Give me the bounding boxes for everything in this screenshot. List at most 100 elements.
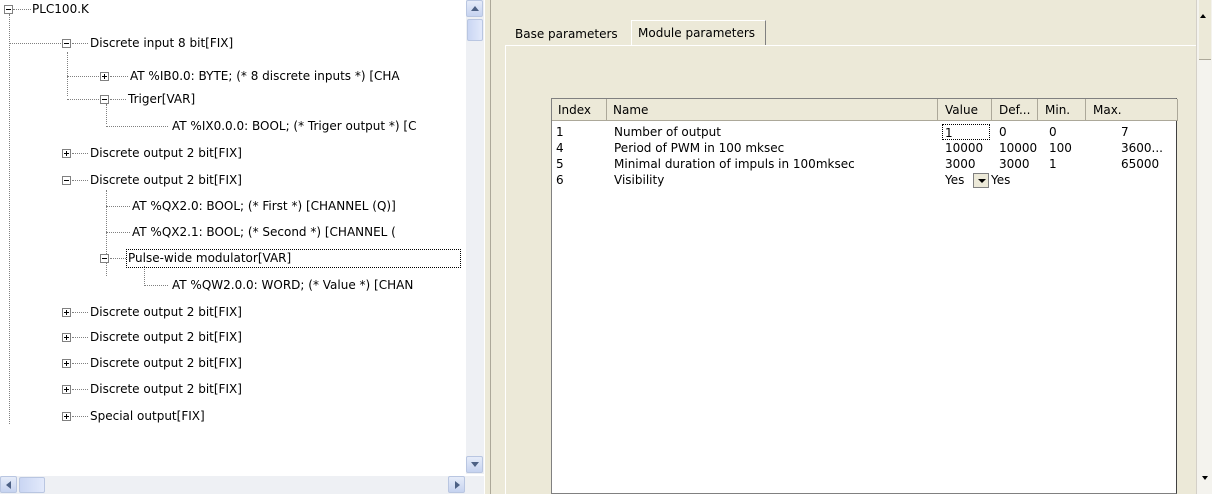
tree-line <box>72 312 88 313</box>
dropdown-arrow-icon <box>978 179 986 183</box>
expand-box-icon[interactable] <box>62 149 71 158</box>
cell-min: 0 <box>1049 125 1057 139</box>
tree-vertical-scrollbar[interactable] <box>466 0 484 474</box>
cell-min <box>1049 172 1085 188</box>
column-header-default[interactable]: Def... <box>992 99 1038 121</box>
collapse-box-icon[interactable] <box>62 39 71 48</box>
scroll-down-button[interactable] <box>466 456 483 473</box>
tree-node-label: AT %QX2.0: BOOL; (* First *) [CHANNEL (Q… <box>132 199 396 213</box>
tree-node-label: Special output[FIX] <box>90 409 205 423</box>
tree-line <box>144 285 168 286</box>
cell-value[interactable]: 3000 <box>945 156 993 172</box>
tree-line <box>106 126 168 127</box>
tree-line <box>72 416 88 417</box>
arrow-down-icon[interactable] <box>1202 476 1208 480</box>
arrow-down-icon <box>471 462 479 467</box>
cell-index: 1 <box>556 125 564 139</box>
expand-box-icon[interactable] <box>62 359 71 368</box>
scroll-right-button[interactable] <box>448 476 465 493</box>
tree-line <box>110 258 126 259</box>
tree-line <box>72 180 88 181</box>
tree-line <box>67 52 68 96</box>
parameters-table[interactable]: Index Name Value Def... Min. Max. 1 Numb… <box>551 98 1178 494</box>
tree-horizontal-scrollbar[interactable] <box>0 476 484 494</box>
tree-line <box>72 43 88 44</box>
expand-box-icon[interactable] <box>62 385 71 394</box>
expand-box-icon[interactable] <box>62 333 71 342</box>
tree-node-label: Discrete input 8 bit[FIX] <box>90 36 234 50</box>
scroll-up-button[interactable] <box>466 0 483 17</box>
collapse-box-icon[interactable] <box>62 176 71 185</box>
tree-line <box>13 9 31 10</box>
arrow-right-icon <box>455 481 460 489</box>
cell-name: Period of PWM in 100 mksec <box>614 141 785 155</box>
tree-line <box>106 206 130 207</box>
cell-name: Number of output <box>614 125 721 139</box>
device-tree[interactable]: PLC100.K Discrete input 8 bit[FIX] AT %I… <box>0 0 466 474</box>
cell-default: 3000 <box>999 157 1030 171</box>
tree-line <box>72 363 88 364</box>
cell-default: Yes <box>991 173 1011 187</box>
tree-node-label: AT %QW2.0.0: WORD; (* Value *) [CHAN <box>172 278 414 292</box>
tree-line <box>9 43 63 44</box>
arrow-up-icon <box>471 6 479 11</box>
tab-module-parameters[interactable]: Module parameters <box>631 20 766 46</box>
window-vertical-scrollbar[interactable] <box>1196 0 1212 494</box>
cell-min: 1 <box>1049 157 1057 171</box>
cell-max <box>1121 172 1175 188</box>
tree-line <box>72 389 88 390</box>
tree-node-label: Discrete output 2 bit[FIX] <box>90 382 242 396</box>
tree-line <box>72 153 88 154</box>
cell-name: Visibility <box>614 173 665 187</box>
tree-node-label: Discrete output 2 bit[FIX] <box>90 330 242 344</box>
tree-node-label: Triger[VAR] <box>128 92 196 106</box>
tab-base-parameters[interactable]: Base parameters <box>509 24 631 46</box>
column-header-min[interactable]: Min. <box>1038 99 1086 121</box>
column-header-index[interactable]: Index <box>552 99 607 121</box>
dropdown-button[interactable] <box>973 173 989 188</box>
tree-line <box>106 232 130 233</box>
scroll-thumb[interactable] <box>19 477 45 493</box>
tree-line <box>110 99 126 100</box>
arrow-up-icon[interactable] <box>1200 14 1206 18</box>
tree-line <box>106 104 107 124</box>
tree-node-label: AT %IX0.0.0: BOOL; (* Triger output *) [… <box>172 119 417 133</box>
scroll-left-button[interactable] <box>0 476 17 493</box>
tree-line <box>67 76 101 77</box>
cell-default: 10000 <box>999 141 1038 155</box>
collapse-box-icon[interactable] <box>100 254 109 263</box>
tree-node-label: Discrete output 2 bit[FIX] <box>90 146 242 160</box>
device-tree-pane: PLC100.K Discrete input 8 bit[FIX] AT %I… <box>0 0 484 494</box>
cell-max: 65000 <box>1121 157 1160 171</box>
pane-splitter[interactable] <box>484 0 491 494</box>
column-header-value[interactable]: Value <box>938 99 992 121</box>
tree-line <box>67 99 101 100</box>
cell-default: 0 <box>999 125 1007 139</box>
cell-max: 3600... <box>1121 141 1163 155</box>
tree-node-label: AT %QX2.1: BOOL; (* Second *) [CHANNEL ( <box>132 225 396 239</box>
tree-line <box>106 190 107 276</box>
tree-line <box>144 266 145 284</box>
tree-line <box>72 337 88 338</box>
expand-box-icon[interactable] <box>62 412 71 421</box>
cell-value[interactable]: Yes <box>945 172 971 188</box>
scroll-track-top <box>1199 0 1211 60</box>
tree-node-label: Discrete output 2 bit[FIX] <box>90 305 242 319</box>
cell-value-editor[interactable]: 1 <box>942 124 990 140</box>
tree-node-label: Discrete output 2 bit[FIX] <box>90 173 242 187</box>
cell-name: Minimal duration of impuls in 100mksec <box>614 157 855 171</box>
collapse-box-icon[interactable] <box>4 5 13 14</box>
cell-index: 5 <box>556 157 564 171</box>
expand-box-icon[interactable] <box>62 308 71 317</box>
collapse-box-icon[interactable] <box>100 95 109 104</box>
scroll-thumb[interactable] <box>467 19 483 41</box>
cell-max: 7 <box>1121 125 1129 139</box>
column-header-max[interactable]: Max. <box>1086 99 1178 121</box>
expand-box-icon[interactable] <box>100 72 109 81</box>
cell-value[interactable]: 10000 <box>945 140 993 156</box>
tree-node-label: Discrete output 2 bit[FIX] <box>90 356 242 370</box>
cell-min: 100 <box>1049 141 1072 155</box>
tree-line <box>110 76 128 77</box>
arrow-left-icon <box>6 481 11 489</box>
column-header-name[interactable]: Name <box>607 99 938 121</box>
